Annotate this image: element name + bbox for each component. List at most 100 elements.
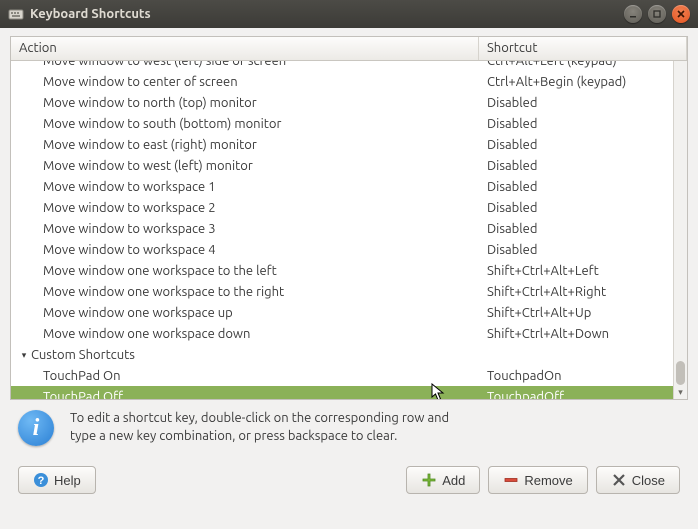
table-row[interactable]: Move window one workspace down Shift+Ctrl… (11, 323, 673, 344)
maximize-button[interactable] (648, 5, 666, 23)
action-cell: TouchPad Off (11, 390, 479, 400)
table-row[interactable]: TouchPad On TouchpadOn (11, 365, 673, 386)
shortcut-label: Disabled (487, 222, 537, 236)
shortcut-cell: Disabled (479, 96, 673, 110)
info-line2: type a new key combination, or press bac… (70, 429, 397, 443)
button-row: ? Help Add Remove Close (10, 460, 688, 504)
shortcut-cell: Disabled (479, 159, 673, 173)
action-label: Move window one workspace to the right (43, 285, 284, 299)
shortcut-cell: Disabled (479, 201, 673, 215)
table-row[interactable]: Move window to workspace 4Disabled (11, 239, 673, 260)
action-label: Move window one workspace down (43, 327, 250, 341)
shortcut-cell: Ctrl+Alt+Begin (keypad) (479, 75, 673, 89)
action-label: TouchPad Off (43, 390, 123, 400)
shortcut-cell: Disabled (479, 222, 673, 236)
shortcut-label: Disabled (487, 138, 537, 152)
shortcut-cell: Disabled (479, 117, 673, 131)
minimize-button[interactable] (624, 5, 642, 23)
help-button[interactable]: ? Help (18, 466, 96, 494)
action-label: Move window to east (right) monitor (43, 138, 257, 152)
add-button[interactable]: Add (406, 466, 480, 494)
info-panel: i To edit a shortcut key, double-click o… (10, 400, 688, 460)
action-cell: Move window one workspace to the left (11, 264, 479, 278)
plus-icon (421, 472, 437, 488)
window-controls (624, 5, 690, 23)
shortcut-label: Disabled (487, 96, 537, 110)
table-row[interactable]: Move window one workspace to the right Sh… (11, 281, 673, 302)
shortcut-cell: Disabled (479, 138, 673, 152)
action-label: Move window one workspace up (43, 306, 233, 320)
category-row[interactable]: ▾Custom Shortcuts (11, 344, 673, 365)
info-text: To edit a shortcut key, double-click on … (70, 410, 449, 445)
shortcut-label: TouchpadOff (487, 390, 564, 400)
help-label: Help (54, 473, 81, 488)
table-row[interactable]: Move window one workspace to the left Shi… (11, 260, 673, 281)
column-header-action[interactable]: Action (11, 37, 479, 60)
shortcut-cell: Shift+Ctrl+Alt+Left (479, 264, 673, 278)
action-cell: Move window one workspace to the right (11, 285, 479, 299)
close-button[interactable]: Close (596, 466, 680, 494)
table-row[interactable]: TouchPad Off TouchpadOff (11, 386, 673, 399)
table-row[interactable]: Move window to east (right) monitor Disab… (11, 134, 673, 155)
svg-text:?: ? (38, 475, 45, 487)
column-header-shortcut[interactable]: Shortcut (479, 37, 687, 60)
minus-icon (503, 472, 519, 488)
table-row[interactable]: Move window to workspace 2Disabled (11, 197, 673, 218)
table-row[interactable]: Move window to west (left) side of scree… (11, 61, 673, 71)
table-row[interactable]: Move window to workspace 1 Disabled (11, 176, 673, 197)
shortcut-cell: TouchpadOn (479, 369, 673, 383)
shortcut-label: Ctrl+Alt+Begin (keypad) (487, 75, 626, 89)
close-icon (611, 472, 627, 488)
action-cell: Move window to south (bottom) monitor (11, 117, 479, 131)
action-cell: Move window to workspace 3 (11, 222, 479, 236)
action-label: Move window to workspace 1 (43, 180, 216, 194)
shortcut-label: Disabled (487, 201, 537, 215)
action-cell: Move window to workspace 4 (11, 243, 479, 257)
shortcut-label: Disabled (487, 117, 537, 131)
action-label: Custom Shortcuts (31, 348, 135, 362)
help-icon: ? (33, 472, 49, 488)
action-label: TouchPad On (43, 369, 121, 383)
shortcut-label: Shift+Ctrl+Alt+Up (487, 306, 591, 320)
shortcut-label: Shift+Ctrl+Alt+Left (487, 264, 599, 278)
shortcut-label: Disabled (487, 159, 537, 173)
shortcut-cell: Ctrl+Alt+Left (keypad) (479, 61, 673, 68)
action-label: Move window one workspace to the left (43, 264, 277, 278)
window-title: Keyboard Shortcuts (30, 7, 624, 21)
action-cell: Move window to west (left) monitor (11, 159, 479, 173)
shortcut-cell: Shift+Ctrl+Alt+Up (479, 306, 673, 320)
action-cell: Move window to east (right) monitor (11, 138, 479, 152)
action-cell: ▾Custom Shortcuts (11, 348, 479, 362)
shortcut-label: Disabled (487, 180, 537, 194)
action-cell: Move window to workspace 1 (11, 180, 479, 194)
shortcut-cell: Disabled (479, 243, 673, 257)
shortcuts-table: Action Shortcut Move window to west (lef… (10, 36, 688, 400)
table-row[interactable]: Move window to workspace 3 Disabled (11, 218, 673, 239)
remove-label: Remove (524, 473, 572, 488)
table-row[interactable]: Move window to north (top) monitor Disabl… (11, 92, 673, 113)
vertical-scrollbar[interactable]: ▾ (673, 61, 687, 399)
action-cell: Move window to west (left) side of scree… (11, 61, 479, 68)
add-label: Add (442, 473, 465, 488)
table-row[interactable]: Move window one workspace up Shift+Ctrl+A… (11, 302, 673, 323)
table-header: Action Shortcut (11, 37, 687, 61)
scrollbar-down-arrow[interactable]: ▾ (674, 385, 687, 399)
action-label: Move window to north (top) monitor (43, 96, 257, 110)
table-row[interactable]: Move window to west (left) monitor Disabl… (11, 155, 673, 176)
remove-button[interactable]: Remove (488, 466, 587, 494)
expander-icon[interactable]: ▾ (19, 350, 29, 361)
shortcut-label: Shift+Ctrl+Alt+Down (487, 327, 609, 341)
action-cell: Move window to center of screen (11, 75, 479, 89)
action-cell: Move window one workspace up (11, 306, 479, 320)
shortcut-cell: Disabled (479, 180, 673, 194)
shortcut-cell: Shift+Ctrl+Alt+Right (479, 285, 673, 299)
titlebar: Keyboard Shortcuts (0, 0, 698, 28)
table-row[interactable]: Move window to center of screen Ctrl+Alt+… (11, 71, 673, 92)
close-window-button[interactable] (672, 5, 690, 23)
info-icon: i (18, 410, 54, 446)
shortcut-label: TouchpadOn (487, 369, 562, 383)
action-label: Move window to center of screen (43, 75, 238, 89)
shortcut-label: Shift+Ctrl+Alt+Right (487, 285, 606, 299)
scrollbar-thumb[interactable] (676, 361, 685, 385)
table-row[interactable]: Move window to south (bottom) monitor Dis… (11, 113, 673, 134)
